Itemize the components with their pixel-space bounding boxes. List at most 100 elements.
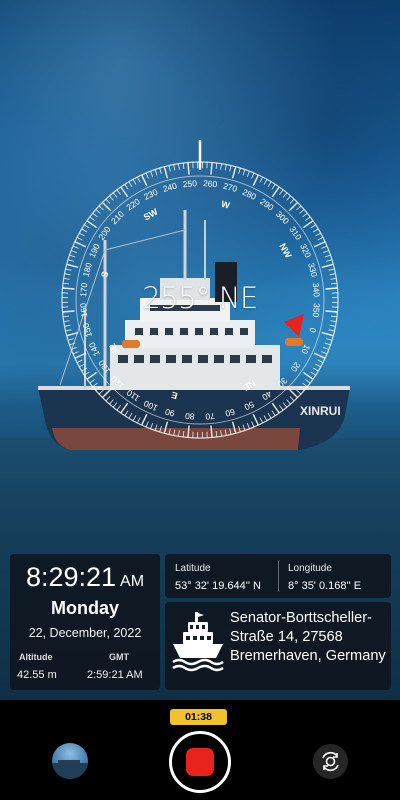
compass-degree-label: 250 <box>182 178 197 189</box>
compass-tick <box>141 413 148 426</box>
compass-tick <box>302 371 314 380</box>
compass-degree-label: 150 <box>81 322 94 339</box>
compass-tick <box>168 428 171 435</box>
compass-tick <box>62 315 70 318</box>
compass-tick <box>136 417 141 424</box>
compass-tick <box>109 195 114 201</box>
compass-tick <box>145 421 149 428</box>
compass-cardinal-label: W <box>220 199 231 211</box>
compass-degree-label: 310 <box>287 224 303 242</box>
compass-tick <box>64 273 71 276</box>
compass-tick <box>63 320 70 322</box>
compass-tick <box>296 389 302 395</box>
compass-tick <box>299 209 305 214</box>
compass-tick <box>86 220 98 229</box>
compass-tick <box>315 232 321 237</box>
compass-tick <box>263 415 268 421</box>
compass-degree-label: 180 <box>81 261 94 278</box>
compass-tick <box>321 245 328 249</box>
compass-tick <box>84 224 90 229</box>
compass-degree-label: 0 <box>307 327 318 334</box>
compass-tick <box>64 324 71 327</box>
compass-tick <box>74 241 87 248</box>
compass-tick <box>210 162 213 175</box>
compass-tick <box>178 430 180 437</box>
gmt-label: GMT <box>109 652 129 662</box>
compass-tick <box>182 430 185 438</box>
recording-timer: 01:38 <box>170 709 227 725</box>
compass-tick <box>302 212 308 218</box>
compass-tick <box>224 164 227 171</box>
switch-camera-button[interactable] <box>313 744 348 779</box>
gallery-thumbnail[interactable] <box>52 743 88 779</box>
compass-tick <box>154 424 158 431</box>
compass-tick <box>321 351 328 355</box>
compass-tick <box>128 181 133 188</box>
compass-tick <box>330 278 337 280</box>
compass-tick <box>312 367 319 372</box>
compass-degree-label: 300 <box>274 209 291 226</box>
compass-tick <box>215 430 218 438</box>
record-stop-button[interactable] <box>186 748 214 776</box>
compass-degree-label: 260 <box>203 178 218 189</box>
compass-tick <box>242 169 246 176</box>
compass-tick <box>229 165 232 172</box>
compass-tick <box>231 166 237 179</box>
compass-tick <box>328 329 335 332</box>
compass-tick <box>95 209 101 214</box>
compass-tick <box>229 428 232 435</box>
compass-tick <box>71 346 77 350</box>
compass-degree-label: 220 <box>124 196 142 212</box>
compass-tick <box>279 189 284 195</box>
compass-tick <box>65 329 72 332</box>
compass-tick <box>324 254 331 258</box>
compass-tick <box>242 424 246 431</box>
compass-tick <box>150 171 154 177</box>
compass-tick <box>145 172 149 179</box>
compass-tick <box>305 379 311 384</box>
compass-tick <box>282 192 288 198</box>
compass-tick <box>63 278 70 280</box>
compass-tick <box>116 189 121 195</box>
compass-degree-label: 240 <box>162 181 179 194</box>
compass-tick <box>326 338 333 341</box>
compass-tick <box>296 205 302 211</box>
compass-tick <box>168 165 171 172</box>
compass-tick <box>92 212 98 218</box>
compass-tick <box>72 245 79 249</box>
compass-tick <box>329 324 336 327</box>
compass-tick <box>79 232 85 237</box>
compass-tick <box>313 241 326 248</box>
compass-tick <box>89 379 95 384</box>
compass-degree-label: 70 <box>205 411 216 422</box>
compass-tick <box>112 402 118 408</box>
north-marker-icon <box>284 314 304 337</box>
compass-degree-label: 330 <box>306 262 319 279</box>
compass-tick <box>289 198 295 204</box>
compass-tick <box>271 186 280 198</box>
compass-cardinal-label: E <box>170 390 178 401</box>
compass-tick <box>246 171 250 177</box>
compass-tick <box>267 412 272 419</box>
compass-tick <box>251 421 255 428</box>
compass-degree-label: 290 <box>258 196 276 212</box>
compass-tick <box>76 359 83 364</box>
compass-tick <box>173 164 176 171</box>
compass-tick <box>238 167 241 174</box>
compass-degree-label: 80 <box>184 411 195 422</box>
gallery-preview-image <box>52 760 88 779</box>
compass-degree-label: 20 <box>289 360 303 374</box>
compass-cardinal-label: NE <box>241 378 257 393</box>
address-panel: Senator-Borttscheller-Straße 14, 27568 B… <box>165 602 391 690</box>
ship-icon <box>172 612 224 672</box>
compass-tick <box>173 429 176 436</box>
compass-tick <box>136 176 141 183</box>
compass-tick <box>95 386 101 391</box>
altitude-value: 42.55 m <box>17 669 57 681</box>
compass-tick <box>238 426 241 433</box>
compass-tick <box>259 417 264 424</box>
compass-degree-label: 200 <box>96 224 112 242</box>
compass-tick <box>182 162 185 170</box>
compass-tick <box>105 396 111 402</box>
compass-tick <box>271 402 280 414</box>
